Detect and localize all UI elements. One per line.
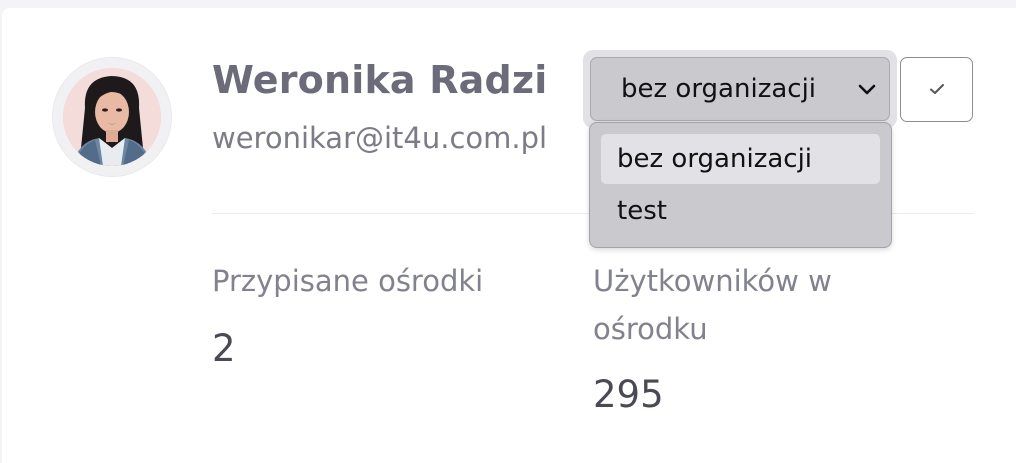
organization-select[interactable]: bez organizacji	[590, 57, 890, 121]
dropdown-option-test[interactable]: test	[601, 186, 880, 236]
user-email: weronikar@it4u.com.pl	[212, 121, 548, 155]
avatar	[63, 68, 161, 166]
users-in-center-label-line1: Użytkowników w	[593, 264, 832, 298]
assigned-centers-value: 2	[212, 327, 236, 370]
organization-select-value: bez organizacji	[621, 74, 817, 104]
users-in-center-value: 295	[593, 373, 664, 416]
dropdown-option-bez-organizacji[interactable]: bez organizacji	[601, 134, 880, 184]
chevron-down-icon	[858, 84, 876, 95]
user-name: Weronika Radzi	[212, 58, 548, 102]
check-icon	[930, 84, 944, 94]
organization-dropdown-list: bez organizacji test	[589, 122, 892, 248]
users-in-center-label-line2: ośrodku	[593, 312, 708, 346]
user-photo-icon	[63, 68, 161, 166]
assigned-centers-label: Przypisane ośrodki	[212, 264, 484, 298]
confirm-organization-button[interactable]	[900, 57, 973, 122]
